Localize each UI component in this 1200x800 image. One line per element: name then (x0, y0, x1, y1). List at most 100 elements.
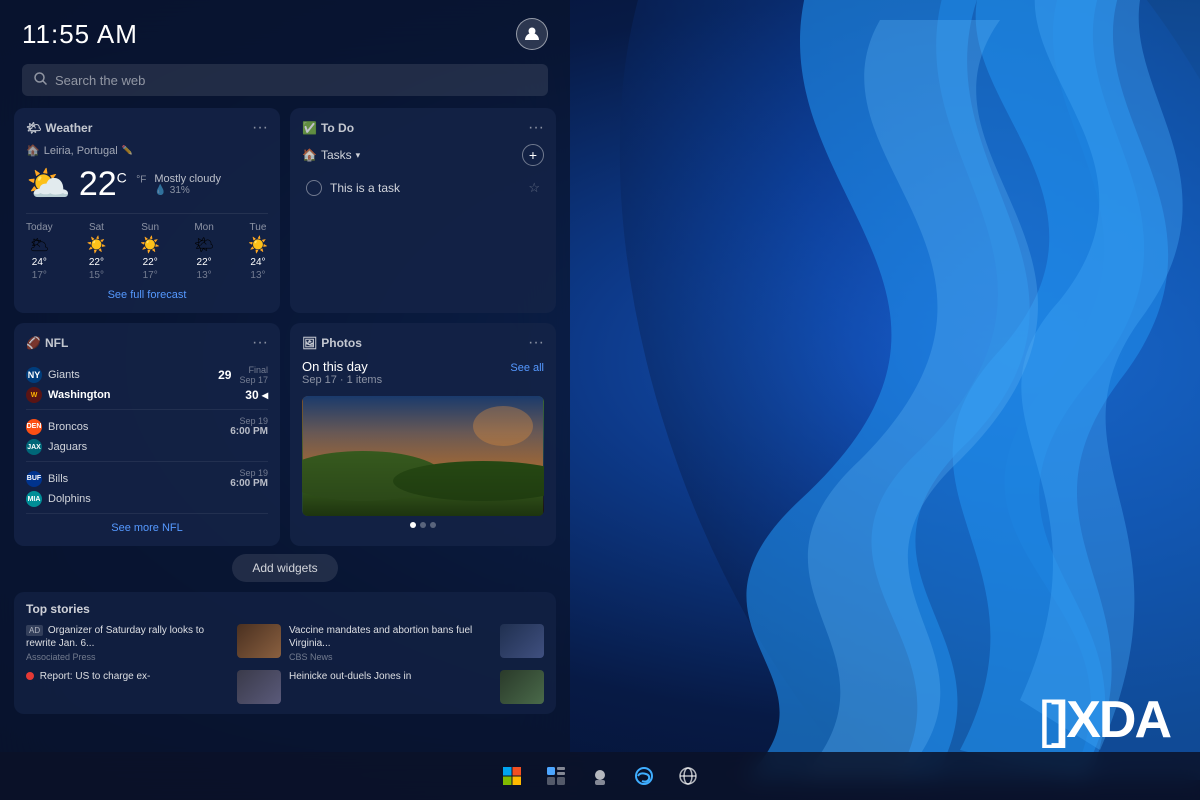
weather-temp-block: 22C °F (79, 165, 147, 204)
todo-widget-title: ✅ To Do (302, 121, 354, 135)
nfl-broncos-name: Broncos (48, 421, 88, 433)
photos-on-this-day-header: On this day Sep 17 · 1 items See all (302, 359, 544, 392)
tasks-chevron-icon: ▾ (356, 150, 361, 161)
news-item-1-source: Associated Press (26, 652, 231, 662)
panel-time: 11:55 AM (22, 19, 138, 50)
widgets-grid: 🌤 Weather ··· 🏠 Leiria, Portugal ✏️ ⛅ 22… (0, 108, 570, 546)
news-item-3-text: Report: US to charge ex- (26, 670, 231, 685)
nfl-game-1-row1: NY Giants 29 Final Sep 17 (26, 364, 268, 386)
nfl-menu-button[interactable]: ··· (252, 335, 268, 351)
nfl-team-bills: BUF Bills (26, 471, 68, 487)
todo-add-task-button[interactable]: + (522, 144, 544, 166)
nfl-washington-logo: W (26, 387, 42, 403)
home-icon: 🏠 (26, 144, 40, 157)
nfl-dolphins-logo: MIA (26, 491, 42, 507)
news-item-2-text: Vaccine mandates and abortion bans fuel … (289, 624, 494, 662)
photos-subtitle: On this day (302, 359, 382, 374)
photos-dot-2[interactable] (420, 522, 426, 528)
news-item-4[interactable]: Heinicke out-duels Jones in (289, 670, 544, 704)
taskbar-edge[interactable] (626, 758, 662, 794)
nfl-game-2-row1: DEN Broncos Sep 19 6:00 PM (26, 415, 268, 438)
add-widgets-button[interactable]: Add widgets (232, 554, 337, 582)
news-item-3[interactable]: Report: US to charge ex- (26, 670, 281, 704)
photos-menu-button[interactable]: ··· (528, 335, 544, 351)
todo-task-star[interactable]: ☆ (528, 180, 540, 196)
weather-widget-title: 🌤 Weather (26, 121, 92, 135)
news-item-2[interactable]: Vaccine mandates and abortion bans fuel … (289, 624, 544, 662)
tasks-home-icon: 🏠 (302, 148, 317, 162)
nfl-broncos-logo: DEN (26, 419, 42, 435)
nfl-game-2-status: Sep 19 6:00 PM (230, 416, 268, 437)
forecast-mon: Mon 🌤 22° 13° (194, 222, 214, 281)
forecast-sun: Sun ☀️ 22° 17° (140, 222, 160, 281)
edge-icon (634, 766, 654, 786)
weather-description-block: Mostly cloudy 💧 31% (154, 173, 221, 196)
todo-tasks-dropdown[interactable]: 🏠 Tasks ▾ (302, 148, 360, 162)
nfl-game-1-row2: W Washington 30 ◂ (26, 386, 268, 404)
taskbar-widgets[interactable] (538, 758, 574, 794)
search-svg (34, 72, 47, 85)
taskbar-windows-start[interactable] (494, 758, 530, 794)
photos-see-all-link[interactable]: See all (510, 362, 544, 374)
forecast-sat: Sat ☀️ 22° 15° (86, 222, 106, 281)
search-bar[interactable]: Search the web (22, 64, 548, 96)
xda-logo: [ ]XDA (1038, 690, 1170, 750)
nfl-bills-logo: BUF (26, 471, 42, 487)
news-item-1-badge: AD (26, 625, 43, 636)
nfl-team-washington: W Washington (26, 387, 111, 403)
weather-location: 🏠 Leiria, Portugal ✏️ (26, 144, 268, 157)
todo-menu-button[interactable]: ··· (528, 120, 544, 136)
photos-dot-1[interactable] (410, 522, 416, 528)
rain-icon: 💧 (154, 185, 166, 196)
see-full-forecast-link[interactable]: See full forecast (26, 289, 268, 301)
network-icon (678, 766, 698, 786)
nfl-widget: 🏈 NFL ··· NY Giants 29 Final Sep (14, 323, 280, 546)
search-placeholder: Search the web (55, 73, 145, 88)
todo-task-text: This is a task (330, 181, 520, 195)
taskbar-chat[interactable] (582, 758, 618, 794)
photos-dot-3[interactable] (430, 522, 436, 528)
taskbar-network[interactable] (670, 758, 706, 794)
nfl-giants-score: 29 (218, 368, 231, 382)
photos-image (302, 396, 544, 516)
todo-widget: ✅ To Do ··· 🏠 Tasks ▾ + This is a task ☆ (290, 108, 556, 313)
news-item-1[interactable]: AD Organizer of Saturday rally looks to … (26, 624, 281, 662)
photos-widget-header: 🖼 Photos ··· (302, 335, 544, 351)
panel-topbar: 11:55 AM (0, 0, 570, 60)
photos-widget-title: 🖼 Photos (302, 336, 362, 350)
nfl-bills-name: Bills (48, 473, 68, 485)
nfl-giants-name: Giants (48, 369, 80, 381)
weather-title-icon: 🌤 (26, 121, 41, 135)
nfl-widget-header: 🏈 NFL ··· (26, 335, 268, 351)
widgets-icon (546, 766, 566, 786)
nfl-game-1: NY Giants 29 Final Sep 17 W Washingt (26, 359, 268, 410)
chat-icon (590, 766, 610, 786)
photos-detail: Sep 17 · 1 items (302, 374, 382, 386)
nfl-game-3: BUF Bills Sep 19 6:00 PM MIA Dolphins (26, 462, 268, 514)
user-avatar-button[interactable] (516, 18, 548, 50)
photos-subtitle-block: On this day Sep 17 · 1 items (302, 359, 382, 392)
nfl-team-broncos: DEN Broncos (26, 419, 88, 435)
news-item-4-text: Heinicke out-duels Jones in (289, 670, 494, 685)
news-section-title: Top stories (26, 602, 544, 616)
nfl-game-3-row1: BUF Bills Sep 19 6:00 PM (26, 467, 268, 490)
weather-widget-header: 🌤 Weather ··· (26, 120, 268, 136)
nfl-game-3-row2: MIA Dolphins (26, 490, 268, 508)
weather-description: Mostly cloudy (154, 173, 221, 185)
photos-carousel-dots (302, 522, 544, 528)
user-icon (524, 26, 540, 42)
photos-widget: 🖼 Photos ··· On this day Sep 17 · 1 item… (290, 323, 556, 546)
news-item-3-headline: Report: US to charge ex- (26, 670, 231, 683)
news-item-4-headline: Heinicke out-duels Jones in (289, 670, 494, 683)
weather-menu-button[interactable]: ··· (252, 120, 268, 136)
weather-condition-icon: ⛅ (26, 163, 71, 205)
news-items-grid: AD Organizer of Saturday rally looks to … (26, 624, 544, 704)
edit-icon[interactable]: ✏️ (122, 145, 133, 156)
news-item-2-thumb (500, 624, 544, 658)
todo-task-checkbox[interactable] (306, 180, 322, 196)
see-more-nfl-link[interactable]: See more NFL (26, 522, 268, 534)
nfl-team-giants: NY Giants (26, 367, 80, 383)
wave-decoration (500, 0, 1200, 780)
weather-widget: 🌤 Weather ··· 🏠 Leiria, Portugal ✏️ ⛅ 22… (14, 108, 280, 313)
news-item-1-text: AD Organizer of Saturday rally looks to … (26, 624, 231, 662)
